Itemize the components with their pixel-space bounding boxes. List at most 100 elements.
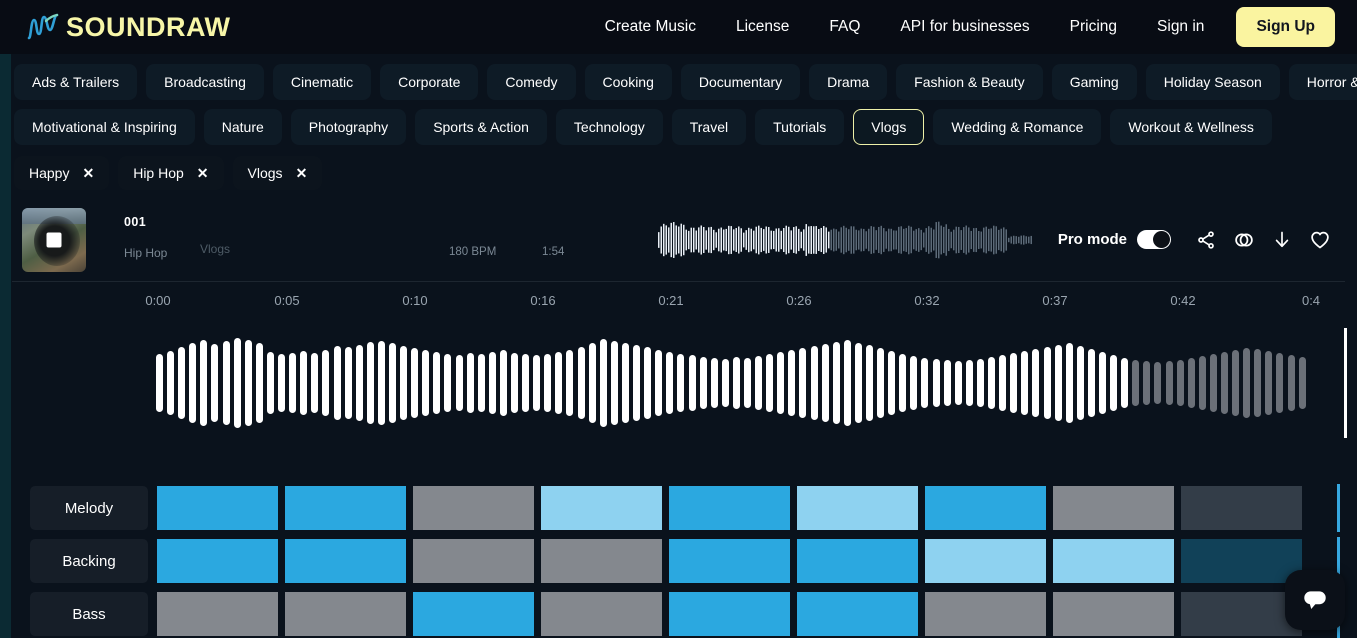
nav-license[interactable]: License xyxy=(716,10,809,44)
genre-chip-technology[interactable]: Technology xyxy=(555,109,663,145)
instrument-block-muted[interactable] xyxy=(413,486,534,530)
instrument-block-muted[interactable] xyxy=(541,592,662,636)
instrument-block-active[interactable] xyxy=(157,486,278,530)
genre-chip-label: Travel xyxy=(689,119,729,135)
instrument-block-dim[interactable] xyxy=(1181,592,1302,636)
favorite-heart-icon[interactable] xyxy=(1301,224,1339,256)
instrument-block-muted[interactable] xyxy=(1053,592,1174,636)
filter-tag-hip-hop[interactable]: Hip Hop ✕ xyxy=(118,156,224,190)
selected-filters: Happy ✕ Hip Hop ✕ Vlogs ✕ xyxy=(0,154,1357,190)
genre-chip-label: Cinematic xyxy=(290,74,354,90)
genre-chip-holiday-season[interactable]: Holiday Season xyxy=(1145,64,1280,100)
close-icon[interactable]: ✕ xyxy=(82,166,94,180)
track-thumbnail[interactable] xyxy=(22,207,86,272)
instrument-block-active[interactable] xyxy=(925,486,1046,530)
genre-chip-motivational-inspiring[interactable]: Motivational & Inspiring xyxy=(14,109,195,145)
instrument-block-active[interactable] xyxy=(797,592,918,636)
waveform-bar xyxy=(1054,345,1062,421)
genre-chip-fashion-beauty[interactable]: Fashion & Beauty xyxy=(896,64,1043,100)
instrument-block-muted[interactable] xyxy=(285,592,406,636)
genre-chip-travel[interactable]: Travel xyxy=(671,109,747,145)
main-waveform[interactable] xyxy=(0,324,1357,442)
genre-chip-ads-trailers[interactable]: Ads & Trailers xyxy=(14,64,138,100)
filter-tag-vlogs[interactable]: Vlogs ✕ xyxy=(232,156,323,190)
instrument-block-muted[interactable] xyxy=(1053,486,1174,530)
waveform-bar xyxy=(322,350,330,416)
stop-icon[interactable] xyxy=(46,232,62,247)
waveform-bar xyxy=(866,345,873,421)
instrument-block-active[interactable] xyxy=(285,539,406,583)
playhead[interactable] xyxy=(1344,328,1347,438)
share-icon[interactable] xyxy=(1187,224,1225,256)
pro-mode-toggle[interactable] xyxy=(1137,230,1171,249)
no-copyright-icon[interactable] xyxy=(1225,224,1263,256)
download-icon[interactable] xyxy=(1263,224,1301,256)
instrument-block-light[interactable] xyxy=(1053,539,1174,583)
genre-chip-workout-wellness[interactable]: Workout & Wellness xyxy=(1110,109,1272,145)
nav-create-music[interactable]: Create Music xyxy=(585,10,716,44)
logo[interactable]: SOUNDRAW xyxy=(26,12,231,42)
instrument-label-bass[interactable]: Bass xyxy=(30,592,148,636)
waveform-bar xyxy=(377,341,385,425)
genre-chip-gaming[interactable]: Gaming xyxy=(1051,64,1137,100)
genre-chip-documentary[interactable]: Documentary xyxy=(680,64,801,100)
instrument-block-muted[interactable] xyxy=(541,539,662,583)
timeline-tick: 0:37 xyxy=(1042,293,1068,308)
instrument-block-muted[interactable] xyxy=(157,592,278,636)
instrument-block-active[interactable] xyxy=(669,539,790,583)
track-mini-waveform[interactable] xyxy=(658,220,1036,260)
instrument-label-backing[interactable]: Backing xyxy=(30,539,148,583)
timeline-ruler[interactable]: 0:00 0:05 0:10 0:16 0:21 0:26 0:32 0:37 0:42 0:4 xyxy=(0,282,1357,324)
instrument-block-dim[interactable] xyxy=(1181,486,1302,530)
instrument-block-light[interactable] xyxy=(541,486,662,530)
waveform-bar xyxy=(266,352,274,414)
genre-chip-comedy[interactable]: Comedy xyxy=(487,64,576,100)
genre-chip-tutorials[interactable]: Tutorials xyxy=(755,109,845,145)
instrument-block-muted[interactable] xyxy=(413,539,534,583)
genre-chip-corporate[interactable]: Corporate xyxy=(380,64,479,100)
instrument-block-active[interactable] xyxy=(797,539,918,583)
waveform-bar xyxy=(1209,354,1217,412)
waveform-bar xyxy=(788,350,796,416)
waveform-bar xyxy=(422,350,430,416)
instrument-block-light[interactable] xyxy=(925,539,1046,583)
instrument-block-active[interactable] xyxy=(669,592,790,636)
instrument-label-melody[interactable]: Melody xyxy=(30,486,148,530)
instrument-block-light[interactable] xyxy=(797,486,918,530)
chat-widget-button[interactable] xyxy=(1285,570,1345,630)
instrument-block-dimteal[interactable] xyxy=(1181,539,1302,583)
genre-chip-nature[interactable]: Nature xyxy=(203,109,282,145)
waveform-bar xyxy=(289,353,297,413)
waveform-bar xyxy=(910,356,918,410)
genre-chip-label: Technology xyxy=(573,119,645,135)
genre-chip-vlogs[interactable]: Vlogs xyxy=(853,109,925,145)
genre-chip-cinematic[interactable]: Cinematic xyxy=(272,64,372,100)
nav-faq[interactable]: FAQ xyxy=(809,10,880,44)
nav-api[interactable]: API for businesses xyxy=(880,10,1049,44)
nav-sign-in[interactable]: Sign in xyxy=(1137,10,1224,44)
close-icon[interactable]: ✕ xyxy=(296,166,308,180)
nav-pricing[interactable]: Pricing xyxy=(1050,10,1137,44)
genre-chip-sports-action[interactable]: Sports & Action xyxy=(415,109,547,145)
instrument-block-muted[interactable] xyxy=(925,592,1046,636)
genre-chip-horror-thriller[interactable]: Horror & Thriller xyxy=(1288,64,1357,100)
genre-chip-photography[interactable]: Photography xyxy=(290,109,407,145)
filter-tag-happy[interactable]: Happy ✕ xyxy=(14,156,110,190)
instrument-block-active[interactable] xyxy=(157,539,278,583)
waveform-bar xyxy=(1043,347,1051,419)
genre-chip-label: Wedding & Romance xyxy=(951,119,1084,135)
waveform-bar xyxy=(999,355,1007,411)
instrument-block-active[interactable] xyxy=(413,592,534,636)
waveform-bar xyxy=(444,354,452,412)
waveform-bar xyxy=(211,344,219,422)
instrument-block-active[interactable] xyxy=(669,486,790,530)
site-header: SOUNDRAW Create Music License FAQ API fo… xyxy=(0,0,1357,54)
genre-chip-broadcasting[interactable]: Broadcasting xyxy=(146,64,264,100)
sign-up-button[interactable]: Sign Up xyxy=(1236,7,1335,47)
instrument-block-active[interactable] xyxy=(285,486,406,530)
close-icon[interactable]: ✕ xyxy=(197,166,209,180)
genre-chip-wedding-romance[interactable]: Wedding & Romance xyxy=(933,109,1102,145)
waveform-bar xyxy=(400,346,408,420)
genre-chip-cooking[interactable]: Cooking xyxy=(584,64,672,100)
genre-chip-drama[interactable]: Drama xyxy=(809,64,888,100)
